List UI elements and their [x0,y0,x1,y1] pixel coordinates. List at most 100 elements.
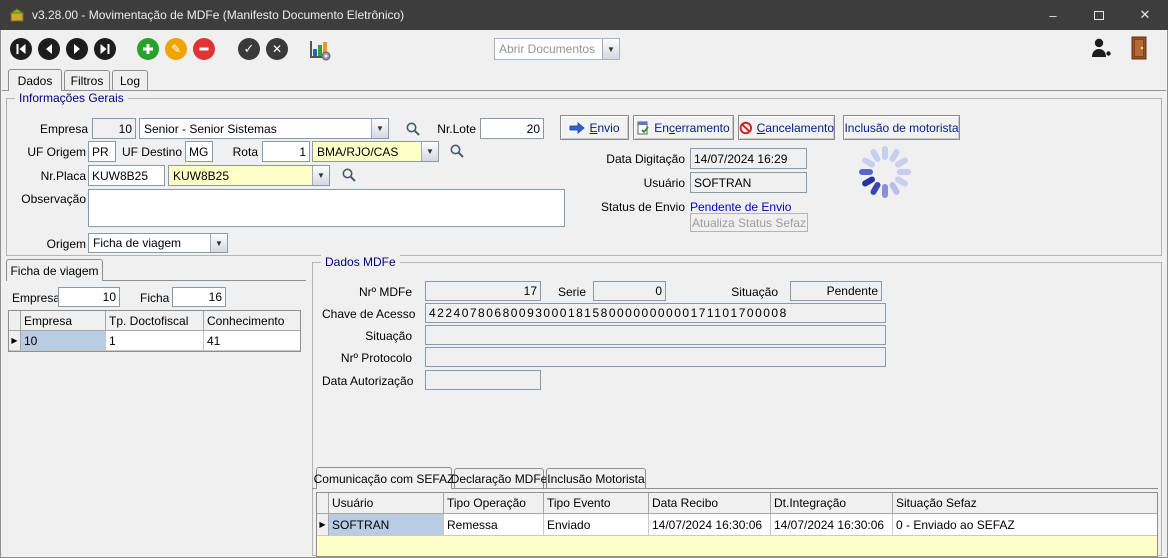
add-record-button[interactable] [137,38,159,60]
ficha-grid-cell-tpdoctofiscal[interactable]: 1 [106,331,204,351]
sefaz-grid-cell-tipo-evento[interactable]: Enviado [544,514,649,536]
sefaz-grid-empty-area [317,536,1157,556]
title-bar: v3.28.00 - Movimentação de MDFe (Manifes… [0,0,1168,30]
nrplaca-combobox-value: KUW8B25 [169,166,312,185]
data-digitacao-label: Data Digitação [595,152,685,166]
ficha-grid-cell-conhecimento[interactable]: 41 [204,331,300,351]
tab-declaracao-mdfe-label: Declaração MDFe [451,472,548,486]
sefaz-grid-gutter-header [317,493,329,514]
inclusao-motorista-button[interactable]: Inclusão de motorista [843,115,960,140]
window-title: v3.28.00 - Movimentação de MDFe (Manifes… [32,8,404,22]
tab-ficha-de-viagem[interactable]: Ficha de viagem [6,259,103,281]
chevron-down-icon[interactable]: ▼ [602,39,619,59]
situacao2-label: Situação [322,329,412,343]
nrplaca-field[interactable] [88,165,165,186]
nrlote-label: Nr.Lote [426,122,476,136]
ficha-grid-cell-empresa[interactable]: 10 [21,331,106,351]
nav-prev-button[interactable] [38,38,60,60]
cancel-button[interactable]: ✕ [266,38,288,60]
ficha-grid-row[interactable]: ▶ 10 1 41 [9,331,300,351]
sefaz-grid-cell-situacao-sefaz[interactable]: 0 - Enviado ao SEFAZ [893,514,1157,536]
plus-icon [142,43,154,55]
nrlote-field[interactable] [480,118,544,139]
ficha-empresa-field[interactable] [58,287,120,307]
tab-filtros[interactable]: Filtros [64,70,110,90]
open-documents-combobox[interactable]: Abrir Documentos ▼ [494,38,620,60]
encerramento-button-label: Encerramento [654,121,729,135]
sefaz-grid-header-data-recibo: Data Recibo [649,493,771,514]
nav-last-button[interactable] [94,38,116,60]
sefaz-grid-cell-data-recibo[interactable]: 14/07/2024 16:30:06 [649,514,771,536]
chevron-down-icon[interactable]: ▼ [421,142,438,161]
rota-search-button[interactable] [446,140,468,162]
serie-label: Serie [550,285,586,299]
send-arrow-icon [569,122,585,134]
empresa-combobox[interactable]: Senior - Senior Sistemas ▼ [139,118,389,139]
tab-declaracao-mdfe[interactable]: Declaração MDFe [454,468,544,488]
ficha-grid-header-conhecimento: Conhecimento [204,311,300,331]
uf-destino-label: UF Destino [118,145,182,159]
user-button[interactable] [1088,36,1114,60]
user-icon [1089,37,1113,59]
tab-comunicacao-sefaz[interactable]: Comunicação com SEFAZ [316,467,452,489]
protocolo-label: Nrº Protocolo [322,351,412,365]
uf-destino-field[interactable] [185,141,213,162]
inclusao-motorista-button-label: Inclusão de motorista [844,121,958,135]
nrplaca-search-button[interactable] [338,164,360,186]
cancelamento-button-label: Cancelamento [757,121,834,135]
ficha-num-field[interactable] [172,287,226,307]
sefaz-grid-header-usuario: Usuário [329,493,444,514]
chave-acesso-label: Chave de Acesso [322,307,412,321]
informacoes-gerais-title: Informações Gerais [15,91,128,105]
nrplaca-combobox[interactable]: KUW8B25 ▼ [168,165,330,186]
rota-combobox[interactable]: BMA/RJO/CAS ▼ [312,141,439,162]
atualiza-status-sefaz-button[interactable]: Atualiza Status Sefaz [690,213,808,232]
nav-next-button[interactable] [66,38,88,60]
tab-dados[interactable]: Dados [8,69,62,91]
situacao2-field [425,325,886,345]
observacao-input[interactable] [88,189,565,227]
chevron-down-icon[interactable]: ▼ [210,234,227,252]
close-icon: ✕ [1140,7,1151,23]
nrplaca-label: Nr.Placa [10,169,86,183]
ficha-grid: Empresa Tp. Doctofiscal Conhecimento ▶ 1… [8,310,301,352]
atualiza-status-sefaz-label: Atualiza Status Sefaz [692,216,806,230]
report-chart-button[interactable] [306,36,332,62]
delete-record-button[interactable] [193,38,215,60]
situacao-field [790,281,882,301]
close-button[interactable]: ✕ [1122,0,1168,30]
minimize-button[interactable]: – [1030,0,1076,30]
ficha-empresa-label: Empresa [12,291,60,305]
nav-first-button[interactable] [10,38,32,60]
sefaz-grid-row[interactable]: ▶ SOFTRAN Remessa Enviado 14/07/2024 16:… [317,514,1157,536]
search-icon [341,167,357,183]
chevron-down-icon[interactable]: ▼ [371,119,388,138]
cancelamento-button[interactable]: Cancelamento [738,115,835,140]
empresa-search-button[interactable] [402,118,424,140]
confirm-button[interactable]: ✓ [238,38,260,60]
tab-dados-label: Dados [18,74,53,88]
app-icon [9,7,25,23]
row-marker-icon: ▶ [317,514,329,536]
edit-record-button[interactable]: ✎ [165,38,187,60]
encerramento-button[interactable]: Encerramento [633,115,734,140]
rota-num-field[interactable] [262,141,310,162]
data-autorizacao-label: Data Autorização [322,374,412,388]
ficha-grid-gutter-header [9,311,21,331]
tab-log[interactable]: Log [112,70,148,90]
chevron-down-icon[interactable]: ▼ [312,166,329,185]
sefaz-grid-cell-usuario[interactable]: SOFTRAN [329,514,444,536]
sefaz-grid-cell-dt-integracao[interactable]: 14/07/2024 16:30:06 [771,514,893,536]
exit-button[interactable] [1128,34,1150,62]
protocolo-field [425,347,886,367]
sefaz-grid-cell-tipo-operacao[interactable]: Remessa [444,514,544,536]
open-documents-label: Abrir Documentos [495,39,602,59]
tab-comunicacao-sefaz-label: Comunicação com SEFAZ [314,472,455,486]
nr-mdfe-label: Nrº MDFe [330,285,412,299]
maximize-button[interactable] [1076,0,1122,30]
tab-inclusao-motorista[interactable]: Inclusão Motorista [546,468,646,488]
uf-origem-field[interactable] [88,141,116,162]
envio-button[interactable]: Envio [560,115,629,140]
empresa-code-field [92,118,136,139]
origem-combobox[interactable]: Ficha de viagem ▼ [88,233,228,253]
